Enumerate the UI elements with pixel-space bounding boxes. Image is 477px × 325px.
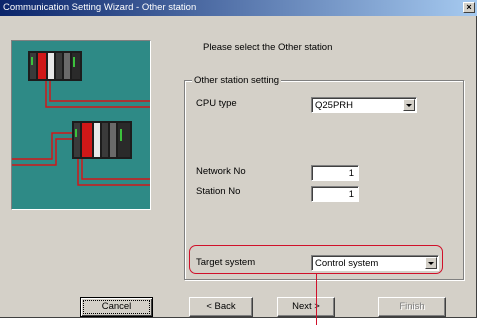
close-icon: × [466,2,472,12]
cpu-type-label: CPU type [196,98,237,109]
callout-pointer-line [316,274,317,325]
network-illustration [11,40,151,210]
instruction-text: Please select the Other station [203,42,333,53]
cancel-button[interactable]: Cancel [80,297,153,317]
station-no-value: 1 [348,189,354,200]
close-button[interactable]: × [463,2,475,13]
network-no-label: Network No [196,166,246,177]
cpu-type-value: Q25PRH [315,100,354,111]
window-title: Communication Setting Wizard - Other sta… [3,2,197,13]
station-no-input[interactable]: 1 [311,186,359,202]
title-bar[interactable]: Communication Setting Wizard - Other sta… [0,0,477,16]
groupbox-title: Other station setting [192,75,282,86]
back-button[interactable]: < Back [189,297,253,317]
finish-button: Finish [378,297,446,317]
plc-network-icon [12,51,150,186]
station-no-label: Station No [196,186,241,197]
network-no-value: 1 [348,168,354,179]
network-no-input[interactable]: 1 [311,165,359,181]
cpu-type-select[interactable]: Q25PRH [311,97,417,113]
chevron-down-icon[interactable] [403,99,415,111]
next-button[interactable]: Next > [277,297,335,317]
target-system-highlight [189,245,443,274]
